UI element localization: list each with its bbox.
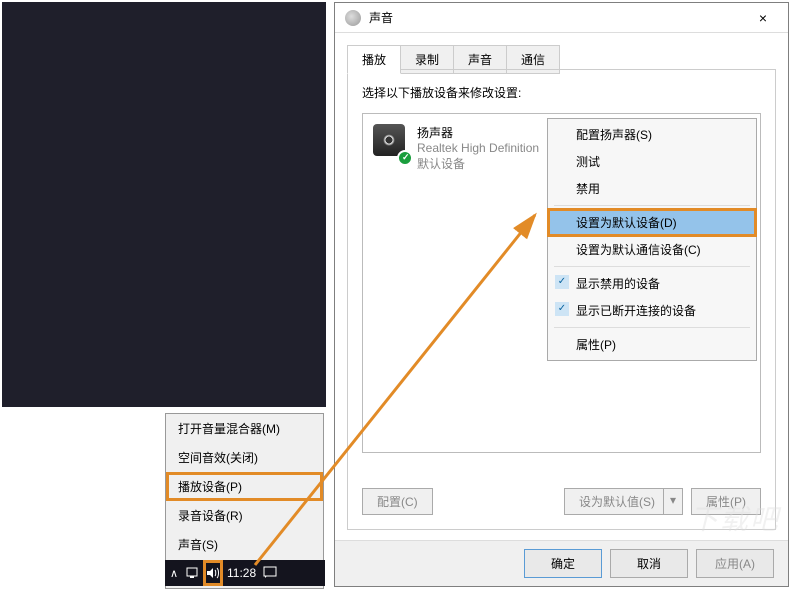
panel-button-row: 配置(C) 设为默认值(S) ▾ 属性(P) <box>362 488 761 515</box>
apply-button[interactable]: 应用(A) <box>696 549 774 578</box>
tab-playback[interactable]: 播放 <box>347 45 401 74</box>
menu-playback-devices[interactable]: 播放设备(P) <box>166 472 323 501</box>
desktop-dark-area <box>2 2 326 407</box>
set-default-dropdown-icon[interactable]: ▾ <box>663 489 682 514</box>
ctx-show-disconnected-label: 显示已断开连接的设备 <box>576 304 696 318</box>
network-icon[interactable] <box>183 562 203 584</box>
volume-icon[interactable] <box>203 560 223 586</box>
ctx-properties[interactable]: 属性(P) <box>548 331 756 358</box>
titlebar: 声音 × <box>335 3 788 33</box>
menu-recording-devices[interactable]: 录音设备(R) <box>166 501 323 530</box>
dialog-title: 声音 <box>369 9 748 26</box>
set-default-label: 设为默认值(S) <box>579 493 655 510</box>
menu-volume-mixer[interactable]: 打开音量混合器(M) <box>166 414 323 443</box>
dialog-button-row: 确定 取消 应用(A) <box>335 540 788 586</box>
ctx-show-disabled-label: 显示禁用的设备 <box>576 277 660 291</box>
ok-button[interactable]: 确定 <box>524 549 602 578</box>
ctx-show-disabled[interactable]: ✓ 显示禁用的设备 <box>548 270 756 297</box>
sound-dialog: 声音 × 播放 录制 声音 通信 选择以下播放设备来修改设置: 扬声器 Real… <box>334 2 789 587</box>
taskbar-tray: ∧ 11:28 <box>165 560 325 586</box>
check-icon: ✓ <box>555 302 569 316</box>
cancel-button[interactable]: 取消 <box>610 549 688 578</box>
close-button[interactable]: × <box>748 10 778 26</box>
device-name: 扬声器 <box>417 124 539 141</box>
device-status: 默认设备 <box>417 155 539 172</box>
ctx-separator <box>554 266 750 267</box>
tray-clock[interactable]: 11:28 <box>223 566 260 580</box>
configure-button[interactable]: 配置(C) <box>362 488 433 515</box>
tray-overflow-chevron-icon[interactable]: ∧ <box>165 567 183 580</box>
ctx-set-default-comm[interactable]: 设置为默认通信设备(C) <box>548 236 756 263</box>
device-list[interactable]: 扬声器 Realtek High Definition 默认设备 配置扬声器(S… <box>362 113 761 453</box>
default-check-badge-icon <box>397 150 413 166</box>
ctx-separator <box>554 327 750 328</box>
ctx-test[interactable]: 测试 <box>548 148 756 175</box>
check-icon: ✓ <box>555 275 569 289</box>
notification-icon[interactable] <box>260 565 280 582</box>
ctx-show-disconnected[interactable]: ✓ 显示已断开连接的设备 <box>548 297 756 324</box>
ctx-configure-speakers[interactable]: 配置扬声器(S) <box>548 121 756 148</box>
device-text: 扬声器 Realtek High Definition 默认设备 <box>417 124 539 172</box>
menu-sounds[interactable]: 声音(S) <box>166 530 323 559</box>
properties-button[interactable]: 属性(P) <box>691 488 761 515</box>
ctx-separator <box>554 205 750 206</box>
ctx-disable[interactable]: 禁用 <box>548 175 756 202</box>
speaker-icon <box>373 124 409 160</box>
set-default-button[interactable]: 设为默认值(S) ▾ <box>564 488 683 515</box>
device-context-menu: 配置扬声器(S) 测试 禁用 设置为默认设备(D) 设置为默认通信设备(C) ✓… <box>547 118 757 361</box>
device-vendor: Realtek High Definition <box>417 141 539 155</box>
ctx-set-default[interactable]: 设置为默认设备(D) <box>548 209 756 236</box>
menu-spatial-sound[interactable]: 空间音效(关闭) <box>166 443 323 472</box>
playback-panel: 选择以下播放设备来修改设置: 扬声器 Realtek High Definiti… <box>347 69 776 530</box>
instruction-text: 选择以下播放设备来修改设置: <box>362 84 761 101</box>
sound-dialog-icon <box>345 10 361 26</box>
